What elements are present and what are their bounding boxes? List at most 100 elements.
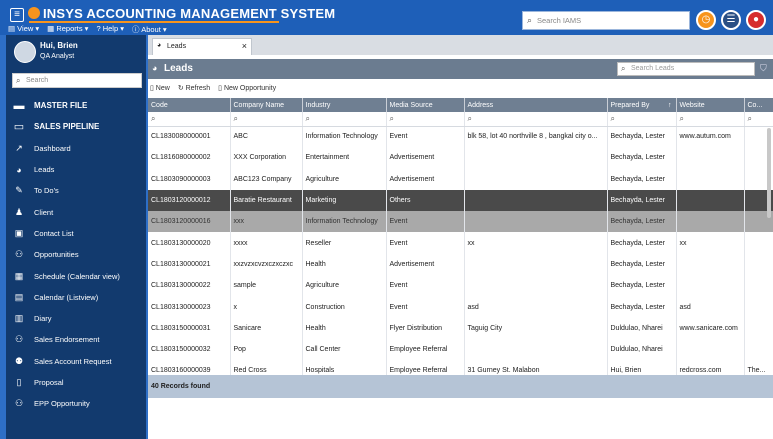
- sort-arrow-icon: ↑: [668, 101, 672, 109]
- sidebar-item-dashboard[interactable]: ↗ Dashboard: [12, 138, 146, 159]
- new-opportunity-button[interactable]: ▯ New Opportunity: [218, 84, 276, 92]
- table-cell: [464, 168, 608, 190]
- new-button[interactable]: ▯ New: [150, 84, 170, 92]
- sidebar: Hui, Brien QA Analyst ⌕ Search ▬ MASTER F…: [0, 35, 148, 439]
- user-add-icon: ⚉: [14, 355, 24, 366]
- user-icon: ♟: [14, 206, 24, 217]
- table-cell: [464, 211, 608, 233]
- table-row[interactable]: CL1803150000032 Pop Call Center Employee Re…: [148, 338, 773, 361]
- table-row[interactable]: CL1803130000022 sample Agriculture Event Bec…: [148, 275, 773, 297]
- table-cell: [676, 189, 745, 212]
- column-header-media-source[interactable]: Media Source: [386, 98, 465, 112]
- table-cell: Taguig City: [464, 317, 608, 339]
- table-cell: xx: [464, 232, 608, 254]
- table-cell: xxx: [230, 211, 303, 233]
- sidebar-item-contact-list[interactable]: ▣ Contact List: [12, 223, 146, 244]
- table-row[interactable]: CL1803130000020 xxxx Reseller Event xx Bechay…: [148, 232, 773, 254]
- tab-leads[interactable]: ◕ Leads ×: [152, 38, 252, 55]
- table-cell: Construction: [302, 296, 387, 318]
- table-row[interactable]: CL1803130000021 xxzvzxcvzxczxczxc Health Ad…: [148, 253, 773, 276]
- table-row[interactable]: CL1803120000016 xxx Information Technology…: [148, 211, 773, 233]
- table-cell: Others: [386, 189, 465, 212]
- toolbar: ▯ New ↻ Refresh ▯ New Opportunity: [148, 80, 773, 96]
- global-search-input[interactable]: ⌕ Search IAMS: [522, 11, 690, 30]
- filter-search-icon[interactable]: ⌕: [676, 112, 745, 127]
- table-cell: Event: [386, 126, 465, 148]
- menu-help[interactable]: ? Help ▾: [96, 24, 124, 35]
- filter-icon[interactable]: ⛉: [760, 63, 767, 74]
- leads-icon: ◕: [157, 42, 162, 49]
- sidebar-item-client[interactable]: ♟ Client: [12, 201, 146, 222]
- close-icon[interactable]: ×: [242, 41, 247, 51]
- table-cell: CL1803130000023: [148, 296, 231, 318]
- table-cell: asd: [464, 296, 608, 318]
- sidebar-item-master-file[interactable]: ▬ MASTER FILE: [12, 95, 146, 116]
- table-row[interactable]: CL1803150000031 Sanicare Health Flyer Distr…: [148, 317, 773, 339]
- table-cell: Baratie Restaurant: [230, 189, 303, 212]
- table-cell: CL1803120000012: [148, 189, 231, 212]
- hamburger-menu-icon[interactable]: ≡: [10, 8, 24, 22]
- table-cell: [464, 147, 608, 169]
- trend-icon: ↗: [15, 142, 23, 153]
- table-cell: www.autum.com: [676, 126, 745, 148]
- table-cell: CL1803130000020: [148, 232, 231, 254]
- menu-reports[interactable]: ▦ Reports ▾: [47, 24, 88, 35]
- panel-title: Leads: [164, 63, 193, 74]
- table-row[interactable]: CL1803090000003 ABC123 Company Agriculture…: [148, 168, 773, 190]
- sidebar-item-diary[interactable]: ▥ Diary: [12, 308, 146, 329]
- clock-icon[interactable]: ◷: [696, 10, 716, 30]
- table-cell: Bechayda, Lester: [607, 211, 677, 233]
- table-cell: [464, 189, 608, 212]
- search-icon: ⌕: [16, 76, 21, 85]
- tab-strip: ◕ Leads ×: [148, 35, 773, 55]
- table-cell: Information Technology: [302, 211, 387, 233]
- sidebar-item-proposal[interactable]: ▯ Proposal: [12, 372, 146, 393]
- table-row[interactable]: CL1816080000002 XXX Corporation Entertainm…: [148, 147, 773, 169]
- table-row[interactable]: CL1803130000023 x Construction Event asd Bech…: [148, 296, 773, 318]
- column-header-co[interactable]: Co...: [744, 98, 773, 112]
- sidebar-item-todos[interactable]: ✎ To Do's: [12, 180, 146, 201]
- column-header-website[interactable]: Website: [676, 98, 745, 112]
- filter-search-icon[interactable]: ⌕: [607, 112, 677, 127]
- sidebar-item-schedule[interactable]: ▦ Schedule (Calendar view): [12, 265, 146, 286]
- sidebar-search-input[interactable]: ⌕ Search: [12, 73, 142, 88]
- list-view-icon[interactable]: ☰: [721, 10, 741, 30]
- menu-about[interactable]: ⓘ About ▾: [132, 24, 167, 35]
- sidebar-item-epp-opportunity[interactable]: ⚇ EPP Opportunity: [12, 393, 146, 414]
- menu-view[interactable]: ▤ View ▾: [8, 24, 39, 35]
- filter-search-icon[interactable]: ⌕: [230, 112, 303, 127]
- pencil-icon: ✎: [15, 185, 23, 196]
- sidebar-item-leads[interactable]: ◕ Leads: [12, 159, 146, 180]
- table-row[interactable]: CL1803120000012 Baratie Restaurant Marketi…: [148, 189, 773, 212]
- table-cell: XXX Corporation: [230, 147, 303, 169]
- table-cell: CL1803120000016: [148, 211, 231, 233]
- table-cell: ABC123 Company: [230, 168, 303, 190]
- column-header-company-name[interactable]: Company Name: [230, 98, 303, 112]
- sidebar-item-sales-endorsement[interactable]: ⚇ Sales Endorsement: [12, 329, 146, 350]
- table-cell: Agriculture: [302, 168, 387, 190]
- sidebar-item-sales-account-request[interactable]: ⚉ Sales Account Request: [12, 351, 146, 372]
- title-underline: [29, 21, 279, 23]
- empty-area: [148, 398, 773, 439]
- filter-search-icon[interactable]: ⌕: [464, 112, 608, 127]
- filter-search-icon[interactable]: ⌕: [302, 112, 387, 127]
- sidebar-item-sales-pipeline[interactable]: ▭ SALES PIPELINE: [12, 116, 146, 137]
- table-cell: Bechayda, Lester: [607, 232, 677, 254]
- column-header-industry[interactable]: Industry: [302, 98, 387, 112]
- filter-search-icon[interactable]: ⌕: [148, 112, 231, 127]
- table-cell: Sanicare: [230, 317, 303, 339]
- table-cell: CL1803130000021: [148, 253, 231, 276]
- user-account-icon[interactable]: ●: [746, 10, 766, 30]
- sidebar-item-opportunities[interactable]: ⚇ Opportunities: [12, 244, 146, 265]
- grid-search-input[interactable]: ⌕ Search Leads: [617, 62, 755, 76]
- column-header-address[interactable]: Address: [464, 98, 608, 112]
- table-row[interactable]: CL1830080000001 ABC Information Technology…: [148, 126, 773, 148]
- filter-search-icon[interactable]: ⌕: [386, 112, 465, 127]
- sidebar-item-calendar-listview[interactable]: ▤ Calendar (Listview): [12, 287, 146, 308]
- refresh-button[interactable]: ↻ Refresh: [178, 84, 210, 92]
- column-header-prepared-by[interactable]: Prepared By ↑: [607, 98, 677, 112]
- scrollbar[interactable]: [767, 128, 771, 218]
- table-cell: blk 58, lot 40 northville 8 , bangkal ci…: [464, 126, 608, 148]
- column-header-code[interactable]: Code: [148, 98, 231, 112]
- filter-search-icon[interactable]: ⌕: [744, 112, 773, 127]
